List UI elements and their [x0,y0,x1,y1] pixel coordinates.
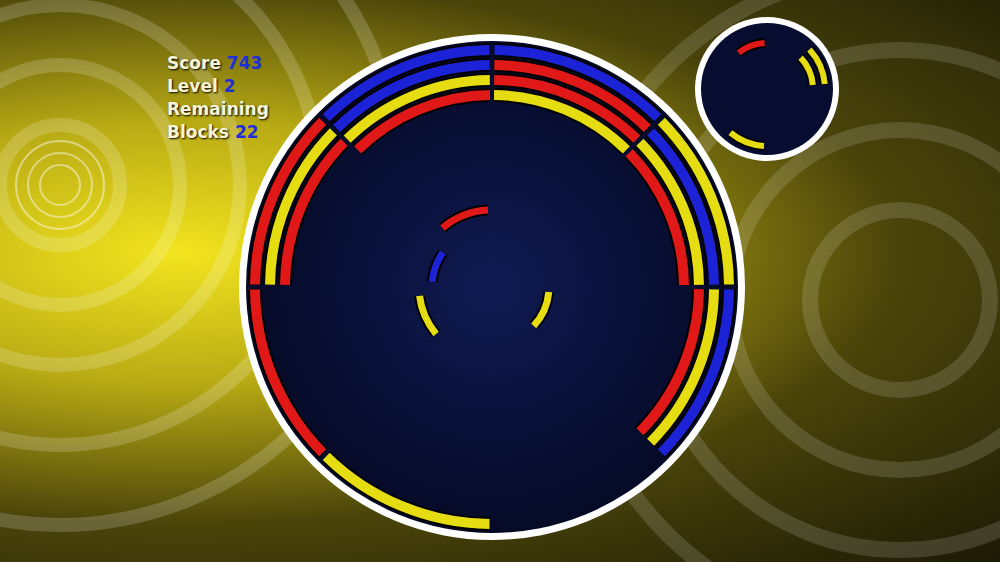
next-piece-preview [694,16,840,162]
hud-stat: Remaining Blocks 22 [167,98,287,144]
hud-stat: Score 743 [167,52,287,75]
hud-stat: Level 2 [167,75,287,98]
board-block [640,289,699,432]
falling-block [534,292,549,326]
next-block [809,49,824,84]
board-block [629,153,684,285]
hud-value: 743 [227,53,263,73]
next-block [739,43,765,53]
hud-value: 22 [235,122,259,142]
next-block [730,133,764,146]
board-block [358,95,490,150]
board-block [494,95,626,150]
hud: Score 743Level 2Remaining Blocks 22 [167,52,287,144]
next-block [801,58,813,85]
game-board[interactable] [237,32,747,542]
board-block [285,142,344,285]
hud-label: Score [167,53,221,73]
falling-block [432,253,443,282]
falling-block [443,210,488,228]
hud-label: Level [167,76,218,96]
game-screen: Score 743Level 2Remaining Blocks 22 [0,0,1000,562]
board-block [326,456,489,524]
falling-block [420,296,437,334]
board-block [255,289,323,452]
hud-value: 2 [224,76,236,96]
